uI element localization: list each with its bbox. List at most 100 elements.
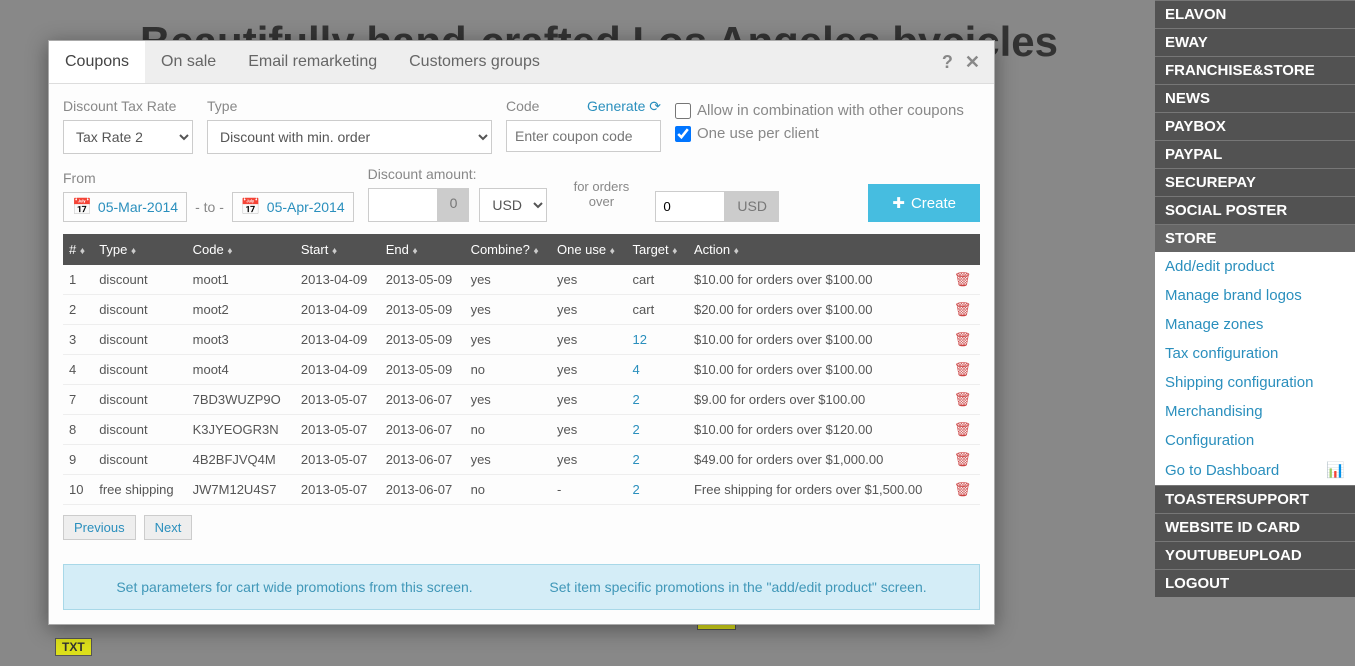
col-code[interactable]: Code ♦ xyxy=(187,234,295,265)
coupons-table: # ♦Type ♦Code ♦Start ♦End ♦Combine? ♦One… xyxy=(63,234,980,505)
over-unit: USD xyxy=(725,191,779,222)
cell-start: 2013-04-09 xyxy=(295,265,380,295)
cell-target[interactable]: 2 xyxy=(627,475,688,505)
delete-button[interactable]: 🗑 xyxy=(948,385,980,415)
create-button[interactable]: ✚Create xyxy=(868,184,980,222)
sidebar-item-websiteidcard[interactable]: WEBSITE ID CARD xyxy=(1155,513,1355,541)
prev-button[interactable]: Previous xyxy=(63,515,136,540)
cell-code: moot1 xyxy=(187,265,295,295)
cell-combine: yes xyxy=(465,295,551,325)
code-input[interactable] xyxy=(506,120,661,152)
tax-rate-label: Discount Tax Rate xyxy=(63,98,193,114)
delete-button[interactable]: 🗑 xyxy=(948,355,980,385)
tax-rate-select[interactable]: Tax Rate 2 xyxy=(63,120,193,154)
col-combine[interactable]: Combine? ♦ xyxy=(465,234,551,265)
to-label: - to - xyxy=(195,199,224,215)
sidebar-item-securepay[interactable]: SECUREPAY xyxy=(1155,168,1355,196)
delete-button[interactable]: 🗑 xyxy=(948,265,980,295)
col-start[interactable]: Start ♦ xyxy=(295,234,380,265)
sidebar-item-toastersupport[interactable]: TOASTERSUPPORT xyxy=(1155,485,1355,513)
cell-code: moot2 xyxy=(187,295,295,325)
tab-email-remarketing[interactable]: Email remarketing xyxy=(232,41,393,83)
cell-target[interactable]: 2 xyxy=(627,445,688,475)
from-date-input[interactable]: 📅05-Mar-2014 xyxy=(63,192,187,222)
sidebar-sub-shippingconfiguration[interactable]: Shipping configuration xyxy=(1155,368,1355,397)
coupons-dialog: Coupons On sale Email remarketing Custom… xyxy=(48,40,995,625)
cell-target: cart xyxy=(627,265,688,295)
delete-button[interactable]: 🗑 xyxy=(948,415,980,445)
plus-icon: ✚ xyxy=(892,194,905,212)
sidebar-sub-managebrandlogos[interactable]: Manage brand logos xyxy=(1155,281,1355,310)
table-row: 7discount7BD3WUZP9O2013-05-072013-06-07y… xyxy=(63,385,980,415)
tab-coupons[interactable]: Coupons xyxy=(49,41,145,83)
sidebar-item-paypal[interactable]: PAYPAL xyxy=(1155,140,1355,168)
cell-combine: yes xyxy=(465,325,551,355)
delete-button[interactable]: 🗑 xyxy=(948,295,980,325)
tab-on-sale[interactable]: On sale xyxy=(145,41,232,83)
col-delete xyxy=(948,234,980,265)
sidebar-item-news[interactable]: NEWS xyxy=(1155,84,1355,112)
sidebar-sub-merchandising[interactable]: Merchandising xyxy=(1155,397,1355,426)
allow-combo-check[interactable]: Allow in combination with other coupons xyxy=(675,102,964,119)
one-use-check[interactable]: One use per client xyxy=(675,125,964,142)
col-action[interactable]: Action ♦ xyxy=(688,234,948,265)
delete-button[interactable]: 🗑 xyxy=(948,325,980,355)
generate-link[interactable]: Generate ⟳ xyxy=(587,98,661,120)
cell-end: 2013-06-07 xyxy=(380,475,465,505)
table-row: 4discountmoot42013-04-092013-05-09noyes4… xyxy=(63,355,980,385)
trash-icon: 🗑 xyxy=(954,331,972,347)
amount-input[interactable] xyxy=(368,188,438,222)
cell-combine: no xyxy=(465,415,551,445)
sidebar-item-elavon[interactable]: ELAVON xyxy=(1155,0,1355,28)
cell-combine: yes xyxy=(465,265,551,295)
info-text-b: Set item specific promotions in the "add… xyxy=(549,579,926,595)
over-input[interactable] xyxy=(655,191,725,222)
sidebar-sub-addeditproduct[interactable]: Add/edit product xyxy=(1155,252,1355,281)
close-icon[interactable]: ✕ xyxy=(965,52,980,73)
col-target[interactable]: Target ♦ xyxy=(627,234,688,265)
sidebar-item-paybox[interactable]: PAYBOX xyxy=(1155,112,1355,140)
txt-badge[interactable]: TXT xyxy=(55,638,92,656)
delete-button[interactable]: 🗑 xyxy=(948,445,980,475)
table-row: 3discountmoot32013-04-092013-05-09yesyes… xyxy=(63,325,980,355)
sidebar-item-youtubeupload[interactable]: YOUTUBEUPLOAD xyxy=(1155,541,1355,569)
cell-one: yes xyxy=(551,265,627,295)
for-orders-over-label: for orders over xyxy=(561,179,641,209)
sidebar-item-store[interactable]: STORE xyxy=(1155,224,1355,252)
sidebar-item-franchisestore[interactable]: FRANCHISE&STORE xyxy=(1155,56,1355,84)
cell-combine: no xyxy=(465,475,551,505)
sidebar-item-logout[interactable]: LOGOUT xyxy=(1155,569,1355,597)
sidebar-sub-taxconfiguration[interactable]: Tax configuration xyxy=(1155,339,1355,368)
sidebar-sub-managezones[interactable]: Manage zones xyxy=(1155,310,1355,339)
col-[interactable]: # ♦ xyxy=(63,234,93,265)
cell-n: 3 xyxy=(63,325,93,355)
cell-n: 4 xyxy=(63,355,93,385)
sidebar-item-socialposter[interactable]: SOCIAL POSTER xyxy=(1155,196,1355,224)
sidebar-item-eway[interactable]: EWAY xyxy=(1155,28,1355,56)
cell-target[interactable]: 4 xyxy=(627,355,688,385)
currency-select[interactable]: USD xyxy=(479,188,547,222)
cell-start: 2013-04-09 xyxy=(295,355,380,385)
cell-end: 2013-05-09 xyxy=(380,325,465,355)
col-end[interactable]: End ♦ xyxy=(380,234,465,265)
next-button[interactable]: Next xyxy=(144,515,193,540)
cell-target[interactable]: 2 xyxy=(627,385,688,415)
delete-button[interactable]: 🗑 xyxy=(948,475,980,505)
cell-code: JW7M12U4S7 xyxy=(187,475,295,505)
col-type[interactable]: Type ♦ xyxy=(93,234,186,265)
cell-start: 2013-04-09 xyxy=(295,325,380,355)
sidebar-sub-gotodashboard[interactable]: Go to Dashboard📊 xyxy=(1155,455,1355,485)
to-date-input[interactable]: 📅05-Apr-2014 xyxy=(232,192,354,222)
tab-customers-groups[interactable]: Customers groups xyxy=(393,41,556,83)
sidebar-sub-configuration[interactable]: Configuration xyxy=(1155,426,1355,455)
trash-icon: 🗑 xyxy=(954,421,972,437)
help-icon[interactable]: ? xyxy=(942,52,953,73)
cell-target[interactable]: 12 xyxy=(627,325,688,355)
col-oneuse[interactable]: One use ♦ xyxy=(551,234,627,265)
cell-one: yes xyxy=(551,415,627,445)
amount-unit: 0 xyxy=(438,188,470,222)
cell-one: yes xyxy=(551,385,627,415)
cell-combine: yes xyxy=(465,385,551,415)
cell-target[interactable]: 2 xyxy=(627,415,688,445)
type-select[interactable]: Discount with min. order xyxy=(207,120,492,154)
